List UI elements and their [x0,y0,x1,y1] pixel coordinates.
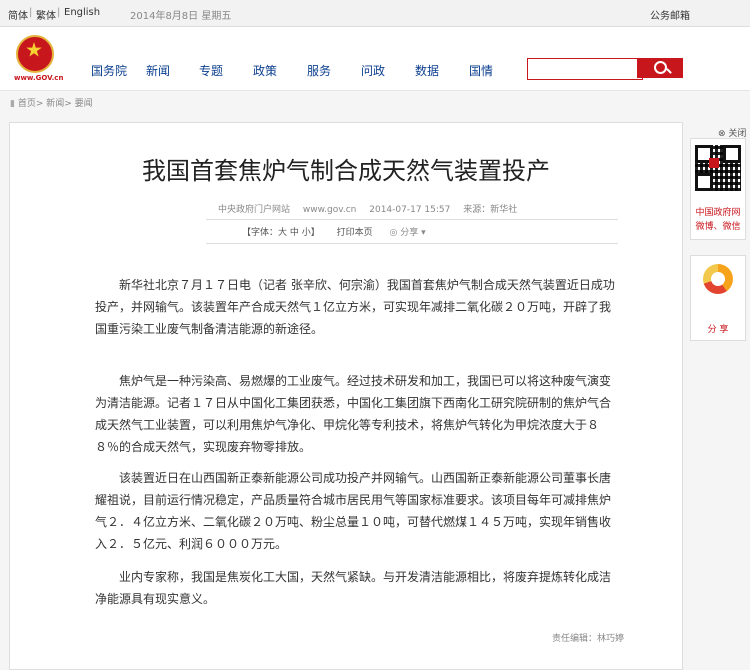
qr-label-social: 微博、微信 [695,222,741,232]
search-icon [654,61,667,74]
article-tools: 【字体：大 中 小】 打印本页 ◎ 分享 ▾ [242,225,426,238]
nav-item-services[interactable]: 服务 [307,62,331,79]
article-title: 我国首套焦炉气制合成天然气装置投产 [142,157,550,185]
logo-text: www.GOV.cn [14,74,64,82]
current-date: 2014年8月8日 星期五 [130,11,232,22]
divider: | [57,7,61,18]
nav-item-news[interactable]: 新闻 [146,62,170,79]
home-icon: ▮ [10,99,18,109]
breadcrumb[interactable]: ▮ 首页> 新闻> 要闻 [10,96,93,109]
nav-item-policy[interactable]: 政策 [253,62,277,79]
article-paragraph: 该装置近日在山西国新正泰新能源公司成功投产并网输气。山西国新正泰新能源公司董事长… [95,471,612,551]
lang-english-link[interactable]: English [64,7,100,18]
source-site: 中央政府门户网站 [218,205,291,215]
share-label: 分 享 [707,325,729,335]
divider [206,219,618,220]
responsible-editor: 责任编辑：林巧婷 [552,634,625,644]
share-dropdown[interactable]: ◎ 分享 ▾ [390,228,426,238]
lang-traditional-link[interactable]: 繁体 [36,7,56,22]
national-emblem-logo[interactable] [16,35,54,73]
site-url: www.gov.cn [302,205,357,215]
qr-label-site: 中国政府网 [695,208,741,218]
nav-item-inquiry[interactable]: 问政 [361,62,385,79]
article-origin: 来源：新华社 [463,205,518,215]
font-size-selector[interactable]: 【字体：大 中 小】 [242,228,320,238]
share-panel[interactable]: 分 享 [690,255,746,341]
site-header: www.GOV.cn 国务院 新闻 专题 政策 服务 问政 数据 国情 [0,27,750,91]
publish-datetime: 2014-07-17 15:57 [369,205,451,215]
qr-code-panel[interactable]: 中国政府网 微博、微信 [690,138,746,240]
search-button[interactable] [637,58,683,78]
divider [206,243,618,244]
share-icon: ◎ [389,228,401,238]
search-input[interactable] [527,58,643,80]
article-paragraph: 焦炉气是一种污染高、易燃爆的工业废气。经过技术研发和加工，我国已可以将这种废气演… [95,374,612,454]
article-paragraph: 新华社北京７月１７日电（记者 张辛欣、何宗渝）我国首套焦炉气制合成天然气装置近日… [95,278,615,336]
print-link[interactable]: 打印本页 [337,228,373,238]
top-utility-bar: 简体 | 繁体 | English 2014年8月8日 星期五 公务邮箱 [0,0,750,27]
nav-item-national-info[interactable]: 国情 [469,62,493,79]
nav-item-data[interactable]: 数据 [415,62,439,79]
lang-simplified-link[interactable]: 简体 [8,7,28,22]
nav-item-topics[interactable]: 专题 [199,62,223,79]
article-meta: 中央政府门户网站 www.gov.cn 2014-07-17 15:57 来源：… [218,202,527,215]
nav-item-state-council[interactable]: 国务院 [91,62,127,79]
chevron-down-icon: ▾ [418,228,426,238]
article-card: 我国首套焦炉气制合成天然气装置投产 中央政府门户网站 www.gov.cn 20… [9,122,683,670]
official-mail-link[interactable]: 公务邮箱 [650,7,690,22]
article-paragraph: 业内专家称，我国是焦炭化工大国，天然气紧缺。与开发清洁能源相比，将废弃提炼转化成… [95,570,612,606]
divider: | [29,7,33,18]
